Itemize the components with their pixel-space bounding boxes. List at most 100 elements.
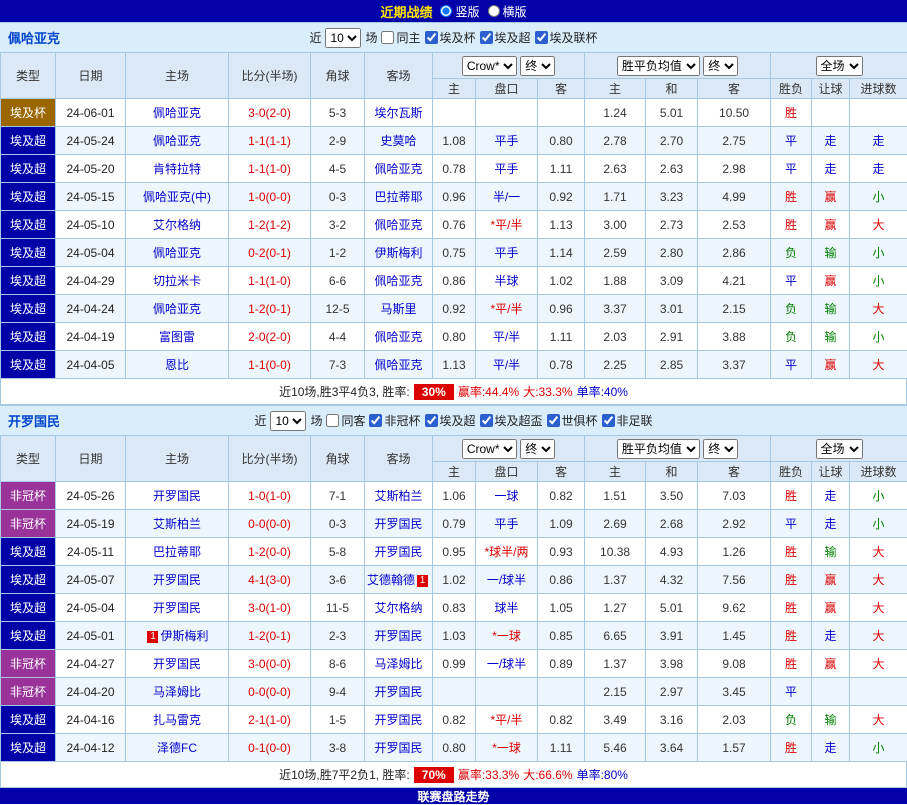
away-team-cell[interactable]: 艾德翰德1 xyxy=(365,566,433,594)
europe-mean-select[interactable]: 胜平负均值 xyxy=(617,439,700,459)
horizontal-layout-radio[interactable] xyxy=(488,5,500,17)
home-team-cell[interactable]: 开罗国民 xyxy=(126,594,229,622)
filter-checkbox-input[interactable] xyxy=(425,31,438,44)
home-team-title[interactable]: 佩哈亚克 xyxy=(8,28,60,47)
result-win-draw-lose: 负 xyxy=(771,295,812,323)
away-team-name: 佩哈亚克 xyxy=(374,274,422,288)
odds-company-select[interactable]: Crow* xyxy=(462,56,517,76)
odds-final-select[interactable]: 终 xyxy=(520,56,555,76)
away-team-cell[interactable]: 艾尔格纳 xyxy=(365,594,433,622)
away-team-cell[interactable]: 佩哈亚克 xyxy=(365,323,433,351)
europe-mean-select[interactable]: 胜平负均值 xyxy=(617,56,700,76)
away-team-cell[interactable]: 史莫哈 xyxy=(365,127,433,155)
filter-checkbox[interactable]: 同主 xyxy=(381,29,420,46)
filter-checkbox[interactable]: 非足联 xyxy=(602,412,653,429)
filter-checkbox[interactable]: 埃及联杯 xyxy=(535,29,598,46)
match-count-select[interactable]: 10 xyxy=(325,28,361,48)
scope-select[interactable]: 全场 xyxy=(816,439,863,459)
home-team-cell[interactable]: 富图雷 xyxy=(126,323,229,351)
filter-checkbox[interactable]: 埃及超盃 xyxy=(480,412,543,429)
away-team-cell[interactable]: 伊斯梅利 xyxy=(365,239,433,267)
home-team-cell[interactable]: 艾斯柏兰 xyxy=(126,510,229,538)
home-team-cell[interactable]: 佩哈亚克 xyxy=(126,127,229,155)
home-team-cell[interactable]: 巴拉蒂耶 xyxy=(126,538,229,566)
away-team-cell[interactable]: 巴拉蒂耶 xyxy=(365,183,433,211)
away-team-cell[interactable]: 马泽姆比 xyxy=(365,650,433,678)
result-win-draw-lose: 胜 xyxy=(771,734,812,762)
home-team-cell[interactable]: 1伊斯梅利 xyxy=(126,622,229,650)
away-team-cell[interactable]: 开罗国民 xyxy=(365,706,433,734)
away-team-cell[interactable]: 佩哈亚克 xyxy=(365,267,433,295)
filter-checkbox-input[interactable] xyxy=(381,31,394,44)
layout-option-vertical[interactable]: 竖版 xyxy=(440,3,479,20)
home-team-cell[interactable]: 扎马雷克 xyxy=(126,706,229,734)
away-team-cell[interactable]: 马斯里 xyxy=(365,295,433,323)
scope-select[interactable]: 全场 xyxy=(816,56,863,76)
filter-checkbox-input[interactable] xyxy=(535,31,548,44)
home-team-cell[interactable]: 恩比 xyxy=(126,351,229,379)
corner-count: 0-3 xyxy=(311,510,365,538)
away-team-name: 佩哈亚克 xyxy=(374,330,422,344)
away-team-name: 开罗国民 xyxy=(374,517,422,531)
home-team-cell[interactable]: 切拉米卡 xyxy=(126,267,229,295)
filter-checkbox-input[interactable] xyxy=(425,414,438,427)
odds-final-select[interactable]: 终 xyxy=(520,439,555,459)
handicap-home-odds: 1.08 xyxy=(433,127,476,155)
match-row: 非冠杯24-05-26开罗国民1-0(1-0)7-1艾斯柏兰1.06一球0.82… xyxy=(1,482,907,510)
away-team-cell[interactable]: 开罗国民 xyxy=(365,538,433,566)
home-team-cell[interactable]: 开罗国民 xyxy=(126,650,229,678)
league-type-badge: 埃及超 xyxy=(1,566,56,594)
filter-checkbox-input[interactable] xyxy=(326,414,339,427)
filter-checkbox-input[interactable] xyxy=(480,414,493,427)
europe-odds-header: 胜平负均值 终 xyxy=(585,53,771,79)
europe-home-odds: 3.00 xyxy=(585,211,646,239)
handicap-away-odds: 0.78 xyxy=(538,351,585,379)
handicap-away-odds xyxy=(538,678,585,706)
home-team-cell[interactable]: 肯特拉特 xyxy=(126,155,229,183)
europe-final-select[interactable]: 终 xyxy=(703,439,738,459)
layout-option-horizontal[interactable]: 横版 xyxy=(488,3,527,20)
away-team-cell[interactable]: 佩哈亚克 xyxy=(365,211,433,239)
match-row: 埃及超24-05-15佩哈亚克(中)1-0(0-0)0-3巴拉蒂耶0.96半/一… xyxy=(1,183,907,211)
home-team-cell[interactable]: 开罗国民 xyxy=(126,482,229,510)
match-date: 24-05-20 xyxy=(56,155,126,183)
away-team-cell[interactable]: 佩哈亚克 xyxy=(365,351,433,379)
filter-checkbox-input[interactable] xyxy=(480,31,493,44)
result-goals: 大 xyxy=(850,351,907,379)
home-team-cell[interactable]: 艾尔格纳 xyxy=(126,211,229,239)
filter-checkbox-input[interactable] xyxy=(547,414,560,427)
vertical-layout-radio[interactable] xyxy=(440,5,452,17)
result-handicap: 输 xyxy=(812,323,850,351)
away-team-title[interactable]: 开罗国民 xyxy=(8,411,60,430)
match-count-select[interactable]: 10 xyxy=(270,411,306,431)
away-team-cell[interactable]: 开罗国民 xyxy=(365,510,433,538)
filter-checkbox[interactable]: 埃及超 xyxy=(425,412,476,429)
filter-checkbox[interactable]: 非冠杯 xyxy=(369,412,420,429)
away-team-cell[interactable]: 佩哈亚克 xyxy=(365,155,433,183)
filter-checkbox-input[interactable] xyxy=(602,414,615,427)
away-team-cell[interactable]: 开罗国民 xyxy=(365,678,433,706)
home-team-cell[interactable]: 佩哈亚克 xyxy=(126,99,229,127)
home-team-cell[interactable]: 佩哈亚克(中) xyxy=(126,183,229,211)
away-team-cell[interactable]: 开罗国民 xyxy=(365,622,433,650)
away-team-cell[interactable]: 埃尔瓦斯 xyxy=(365,99,433,127)
home-team-cell[interactable]: 开罗国民 xyxy=(126,566,229,594)
filter-checkbox-input[interactable] xyxy=(369,414,382,427)
col-score-header: 比分(半场) xyxy=(229,436,311,482)
home-team-cell[interactable]: 佩哈亚克 xyxy=(126,295,229,323)
filter-checkbox[interactable]: 埃及超 xyxy=(480,29,531,46)
europe-final-select[interactable]: 终 xyxy=(703,56,738,76)
match-date: 24-05-01 xyxy=(56,622,126,650)
odds-company-select[interactable]: Crow* xyxy=(462,439,517,459)
filter-checkbox[interactable]: 同客 xyxy=(326,412,365,429)
away-team-cell[interactable]: 开罗国民 xyxy=(365,734,433,762)
match-row: 埃及超24-05-20肯特拉特1-1(1-0)4-5佩哈亚克0.78平手1.11… xyxy=(1,155,907,183)
away-team-name: 佩哈亚克 xyxy=(374,162,422,176)
home-team-cell[interactable]: 佩哈亚克 xyxy=(126,239,229,267)
match-date: 24-04-29 xyxy=(56,267,126,295)
home-team-cell[interactable]: 马泽姆比 xyxy=(126,678,229,706)
home-team-cell[interactable]: 泽德FC xyxy=(126,734,229,762)
filter-checkbox[interactable]: 世俱杯 xyxy=(547,412,598,429)
filter-checkbox[interactable]: 埃及杯 xyxy=(425,29,476,46)
away-team-cell[interactable]: 艾斯柏兰 xyxy=(365,482,433,510)
